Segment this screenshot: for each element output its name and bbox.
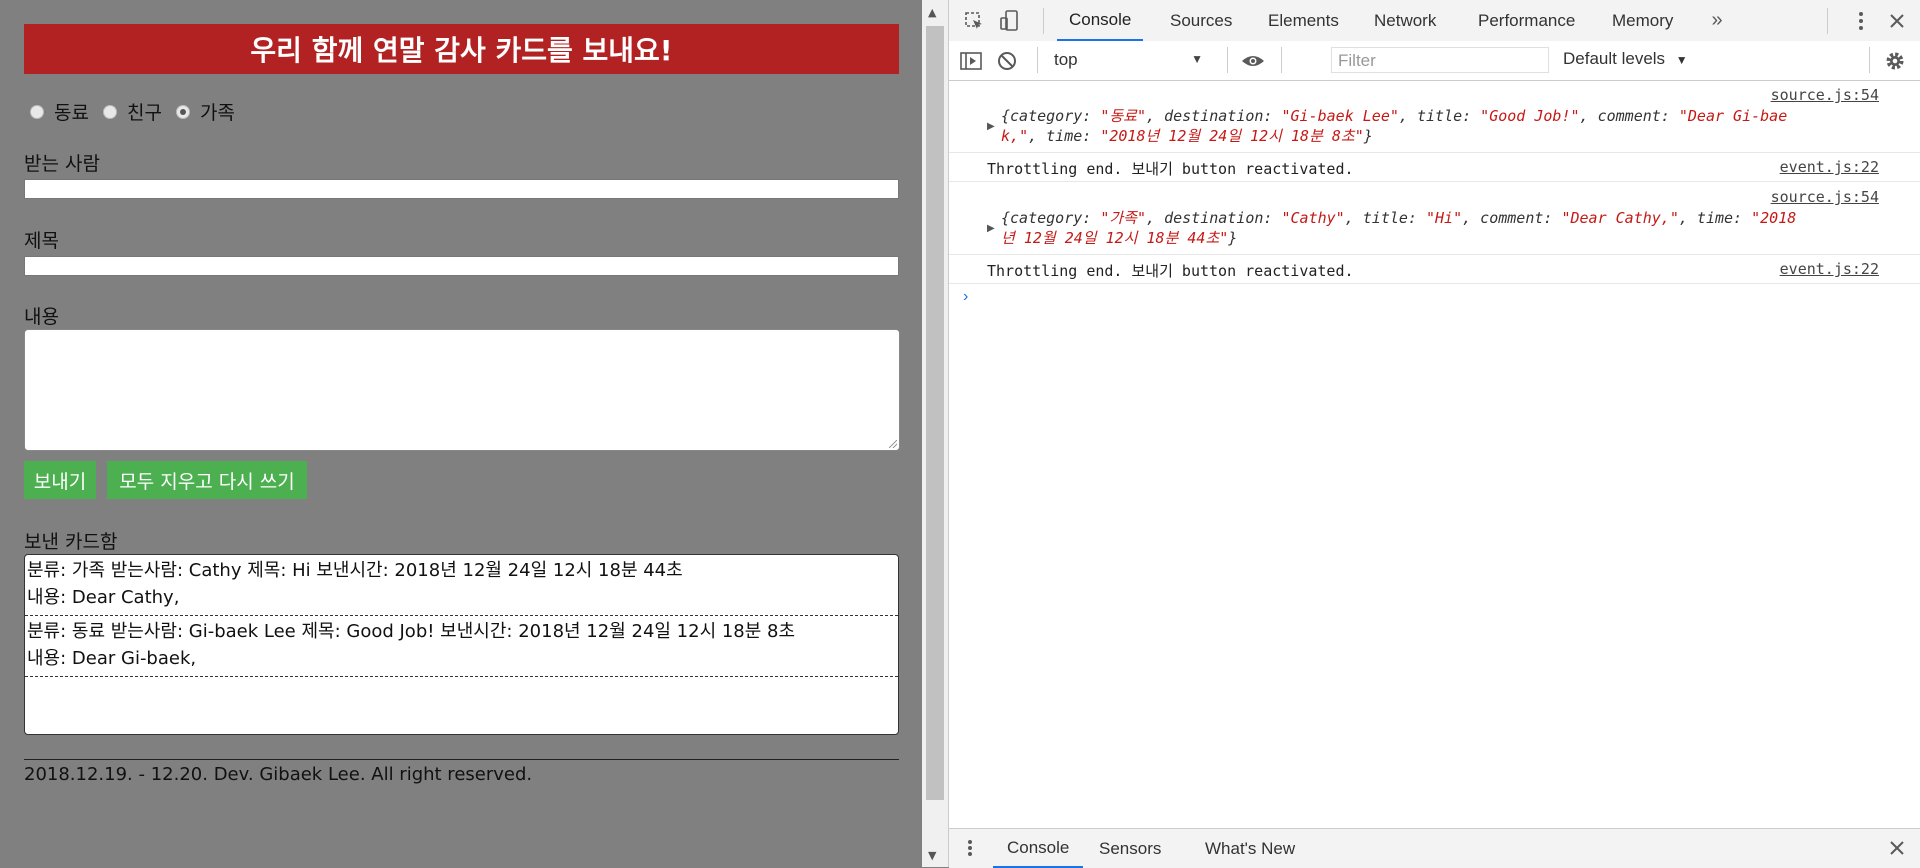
drawer-menu-icon[interactable] [963, 837, 977, 859]
logged-object[interactable]: {category: "동료", destination: "Gi-baek L… [1001, 106, 1863, 146]
obj-comment: Dear Cathy, [1570, 209, 1670, 227]
console-log-entry: source.js:54 ▶ {category: "동료", destinat… [949, 80, 1920, 153]
source-link[interactable]: event.js:22 [1780, 260, 1879, 278]
radio-label-coworker: 동료 [54, 102, 89, 124]
send-button[interactable]: 보내기 [24, 461, 96, 499]
obj-time: 2018 [1760, 209, 1797, 227]
sent-card-content: 내용: Dear Cathy, [27, 587, 180, 608]
devtools-drawer: Console Sensors What's New [949, 828, 1920, 868]
obj-comment: Dear Gi-bae [1687, 107, 1788, 125]
radio-label-friend: 친구 [126, 102, 162, 124]
inspect-element-icon[interactable] [961, 8, 987, 34]
title-label: 제목 [24, 230, 59, 252]
console-log-entry: source.js:54 ▶ {category: "가족", destinat… [949, 182, 1920, 255]
toolbar-separator [1043, 8, 1044, 34]
radio-label-family: 가족 [199, 102, 235, 124]
log-levels-label: Default levels [1563, 49, 1666, 68]
dropdown-arrow-icon: ▼ [1191, 52, 1203, 66]
context-selector[interactable]: top ▼ [1054, 50, 1209, 72]
page-banner: 우리 함께 연말 감사 카드를 보내요! [24, 24, 899, 74]
devtools-panel: Console Sources Elements Network Perform… [948, 0, 1920, 868]
title-input[interactable] [24, 256, 899, 276]
scroll-up-arrow-icon[interactable]: ▲ [928, 6, 936, 19]
tab-memory[interactable]: Memory [1612, 0, 1673, 41]
log-message: Throttling end. 보내기 button reactivated. [987, 160, 1354, 178]
live-expression-eye-icon[interactable] [1239, 49, 1267, 73]
radio-button-coworker[interactable] [30, 104, 44, 119]
footer-text: 2018.12.19. - 12.20. Dev. Gibaek Lee. Al… [24, 764, 533, 785]
kebab-menu-icon[interactable] [1849, 8, 1873, 34]
source-link[interactable]: event.js:22 [1780, 158, 1879, 176]
content-textarea[interactable] [24, 329, 900, 451]
recipient-input[interactable] [24, 179, 899, 199]
close-icon[interactable] [1885, 8, 1909, 34]
source-link[interactable]: source.js:54 [1771, 86, 1879, 104]
context-value: top [1054, 50, 1078, 69]
filter-separator [1037, 47, 1038, 73]
obj-title: Good Job! [1489, 107, 1571, 125]
log-levels-dropdown[interactable]: Default levels ▼ [1563, 49, 1688, 69]
footer-divider [24, 759, 899, 760]
drawer-tab-console[interactable]: Console [993, 829, 1084, 868]
obj-category: 가족 [1109, 209, 1137, 227]
console-filter-bar: top ▼ Filter Default levels ▼ [949, 41, 1920, 81]
clear-console-icon[interactable] [995, 49, 1019, 73]
obj-category: 동료 [1109, 107, 1137, 125]
settings-gear-icon[interactable] [1883, 49, 1907, 73]
console-log-entry: Throttling end. 보내기 button reactivated. … [949, 153, 1920, 182]
tab-network[interactable]: Network [1374, 0, 1436, 41]
sent-cards-box[interactable]: 분류: 가족 받는사람: Cathy 제목: Hi 보낸시간: 2018년 12… [24, 554, 899, 735]
expand-triangle-icon[interactable]: ▶ [987, 121, 995, 132]
obj-comment-wrap: k, [1001, 127, 1020, 145]
obj-destination: Gi-baek Lee [1290, 107, 1390, 125]
log-message: Throttling end. 보내기 button reactivated. [987, 262, 1354, 280]
console-prompt-chevron-icon[interactable]: › [963, 288, 968, 306]
source-link[interactable]: source.js:54 [1771, 188, 1879, 206]
close-drawer-icon[interactable] [1885, 837, 1909, 859]
filter-input[interactable]: Filter [1331, 47, 1549, 73]
resize-handle-icon[interactable] [889, 440, 897, 448]
obj-title: Hi [1435, 209, 1454, 227]
scroll-down-arrow-icon[interactable]: ▼ [928, 849, 936, 862]
sent-card-info: 분류: 동료 받는사람: Gi-baek Lee 제목: Good Job! 보… [27, 621, 796, 642]
filter-separator [1869, 47, 1870, 73]
sent-card-info: 분류: 가족 받는사람: Cathy 제목: Hi 보낸시간: 2018년 12… [27, 560, 683, 581]
sent-card: 분류: 가족 받는사람: Cathy 제목: Hi 보낸시간: 2018년 12… [25, 555, 898, 616]
tab-console[interactable]: Console [1057, 0, 1144, 41]
sent-card-content: 내용: Dear Gi-baek, [27, 648, 197, 669]
obj-time: 2018년 12월 24일 12시 18분 8초 [1109, 127, 1355, 145]
recipient-label: 받는 사람 [24, 153, 100, 175]
radio-button-friend[interactable] [102, 104, 117, 119]
category-radio-group: 동료 친구 가족 [30, 98, 249, 125]
device-toolbar-icon[interactable] [997, 8, 1023, 34]
sent-box-label: 보낸 카드함 [24, 531, 118, 553]
devtools-toolbar: Console Sources Elements Network Perform… [949, 0, 1920, 42]
tab-sources[interactable]: Sources [1170, 0, 1232, 41]
tab-performance[interactable]: Performance [1478, 0, 1575, 41]
radio-option-family[interactable]: 가족 [175, 98, 235, 125]
sent-card: 분류: 동료 받는사람: Gi-baek Lee 제목: Good Job! 보… [25, 616, 898, 677]
tab-elements[interactable]: Elements [1268, 0, 1339, 41]
drawer-tab-whats-new[interactable]: What's New [1205, 829, 1295, 868]
expand-triangle-icon[interactable]: ▶ [987, 223, 995, 234]
card-app-page: 우리 함께 연말 감사 카드를 보내요! 동료 친구 가족 받는 사람 제목 내… [0, 0, 922, 867]
scrollbar-thumb[interactable] [926, 26, 944, 800]
toolbar-separator [1827, 8, 1828, 34]
radio-option-friend[interactable]: 친구 [102, 98, 162, 125]
drawer-tab-sensors[interactable]: Sensors [1099, 829, 1161, 868]
page-scrollbar[interactable]: ▲ ▼ [922, 0, 948, 867]
obj-time-wrap: 년 12월 24일 12시 18분 44초 [1001, 229, 1220, 247]
obj-destination: Cathy [1290, 209, 1336, 227]
chevron-double-right-icon[interactable]: » [1705, 8, 1729, 32]
filter-separator [1281, 47, 1282, 73]
radio-option-coworker[interactable]: 동료 [30, 98, 89, 125]
content-label: 내용 [24, 306, 59, 328]
logged-object[interactable]: {category: "가족", destination: "Cathy", t… [1001, 208, 1863, 248]
show-sidebar-icon[interactable] [959, 49, 983, 73]
reset-button[interactable]: 모두 지우고 다시 쓰기 [107, 461, 307, 499]
dropdown-arrow-icon: ▼ [1675, 53, 1688, 67]
filter-separator [1227, 47, 1228, 73]
radio-button-family[interactable] [175, 104, 190, 119]
console-log-entry: Throttling end. 보내기 button reactivated. … [949, 255, 1920, 284]
